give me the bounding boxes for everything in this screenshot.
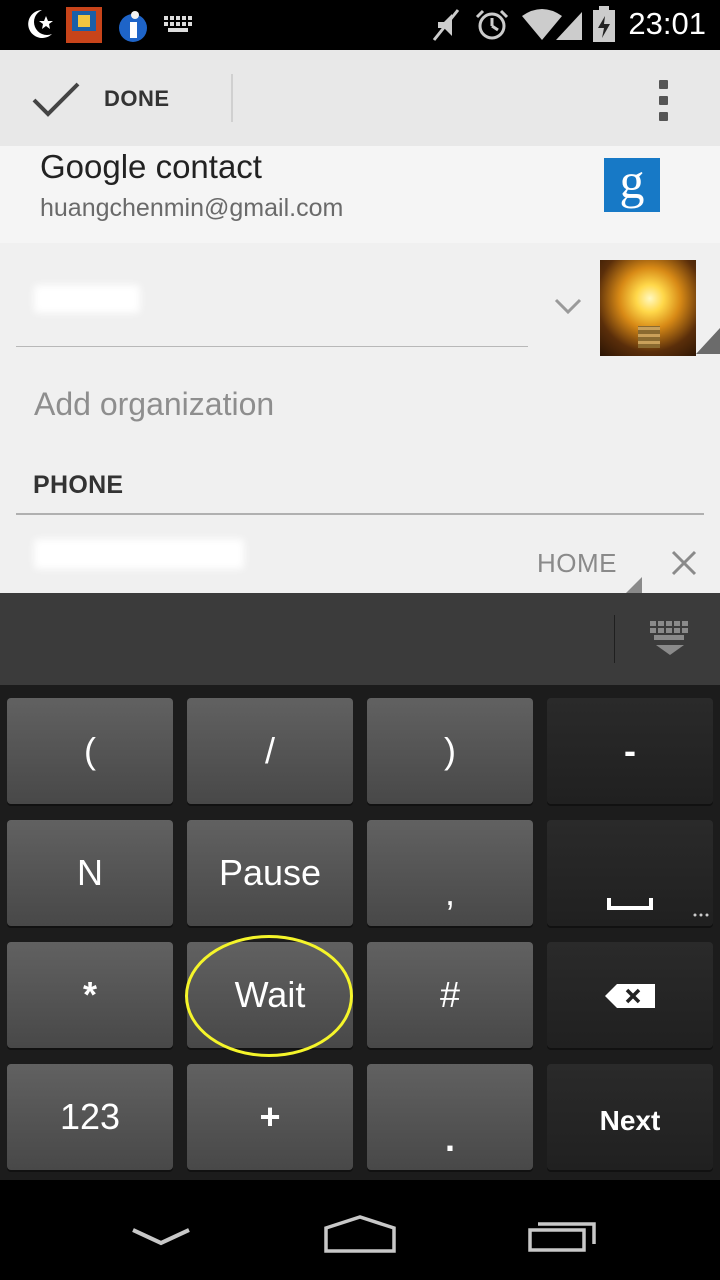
redacted-name (34, 285, 140, 313)
signal-icon (556, 12, 582, 40)
done-button[interactable]: DONE (0, 50, 230, 146)
key-close-paren[interactable]: ) (367, 698, 533, 804)
photo-corner-indicator (696, 328, 720, 354)
action-bar: DONE (0, 50, 720, 146)
home-icon[interactable] (322, 1214, 398, 1254)
key-next[interactable]: Next (547, 1064, 713, 1170)
phone-type-selector[interactable]: HOME (537, 548, 617, 579)
key-space[interactable] (547, 820, 713, 926)
mute-icon (432, 9, 460, 41)
key-dash[interactable]: - (547, 698, 713, 804)
key-backspace[interactable] (547, 942, 713, 1048)
phone-number-field[interactable] (34, 539, 244, 569)
checkmark-icon (32, 82, 80, 117)
navigation-bar (0, 1180, 720, 1280)
key-hash[interactable]: # (367, 942, 533, 1048)
battery-icon (593, 6, 615, 42)
keyboard: ( / ) - N Pause , * Wait # 123 + . Next (0, 685, 720, 1180)
add-organization-link[interactable]: Add organization (34, 386, 274, 423)
account-type: Google contact (40, 148, 262, 185)
key-open-paren[interactable]: ( (7, 698, 173, 804)
keyboard-icon (164, 16, 192, 32)
moon-star-icon (28, 10, 53, 38)
phone-type-indicator (626, 577, 642, 593)
key-slash[interactable]: / (187, 698, 353, 804)
name-underline (16, 346, 528, 347)
info-icon (119, 11, 147, 42)
space-bar-icon (607, 898, 653, 910)
key-pause[interactable]: Pause (187, 820, 353, 926)
keyboard-suggestion-bar (0, 593, 720, 685)
back-icon[interactable] (130, 1226, 192, 1248)
overflow-menu-icon[interactable] (640, 74, 688, 124)
key-asterisk[interactable]: * (7, 942, 173, 1048)
status-time: 23:01 (628, 6, 706, 41)
chevron-down-icon[interactable] (554, 298, 582, 316)
account-email: huangchenmin@gmail.com (40, 194, 344, 222)
done-label: DONE (104, 86, 170, 111)
contact-photo[interactable] (600, 260, 696, 356)
key-period[interactable]: . (367, 1064, 533, 1170)
keyboard-bar-divider (614, 615, 615, 663)
app-icon (66, 7, 102, 43)
google-logo-icon: g (604, 156, 660, 212)
highlight-circle (185, 935, 353, 1057)
hide-keyboard-icon[interactable] (640, 617, 700, 661)
phone-header-divider (16, 513, 704, 515)
delete-phone-icon[interactable] (670, 549, 698, 577)
action-divider (231, 74, 233, 122)
key-comma[interactable]: , (367, 820, 533, 926)
account-header: Google contact huangchenmin@gmail.com g (0, 146, 720, 243)
name-field[interactable] (16, 243, 528, 348)
key-plus[interactable]: + (187, 1064, 353, 1170)
key-123[interactable]: 123 (7, 1064, 173, 1170)
key-n[interactable]: N (7, 820, 173, 926)
phone-section-header: PHONE (33, 471, 124, 499)
contact-form: Add organization PHONE HOME (0, 243, 720, 593)
more-options-icon (693, 913, 709, 917)
status-bar: 23:01 (0, 0, 720, 50)
recents-icon[interactable] (526, 1216, 598, 1254)
alarm-icon (475, 9, 509, 40)
backspace-icon (605, 984, 655, 1008)
